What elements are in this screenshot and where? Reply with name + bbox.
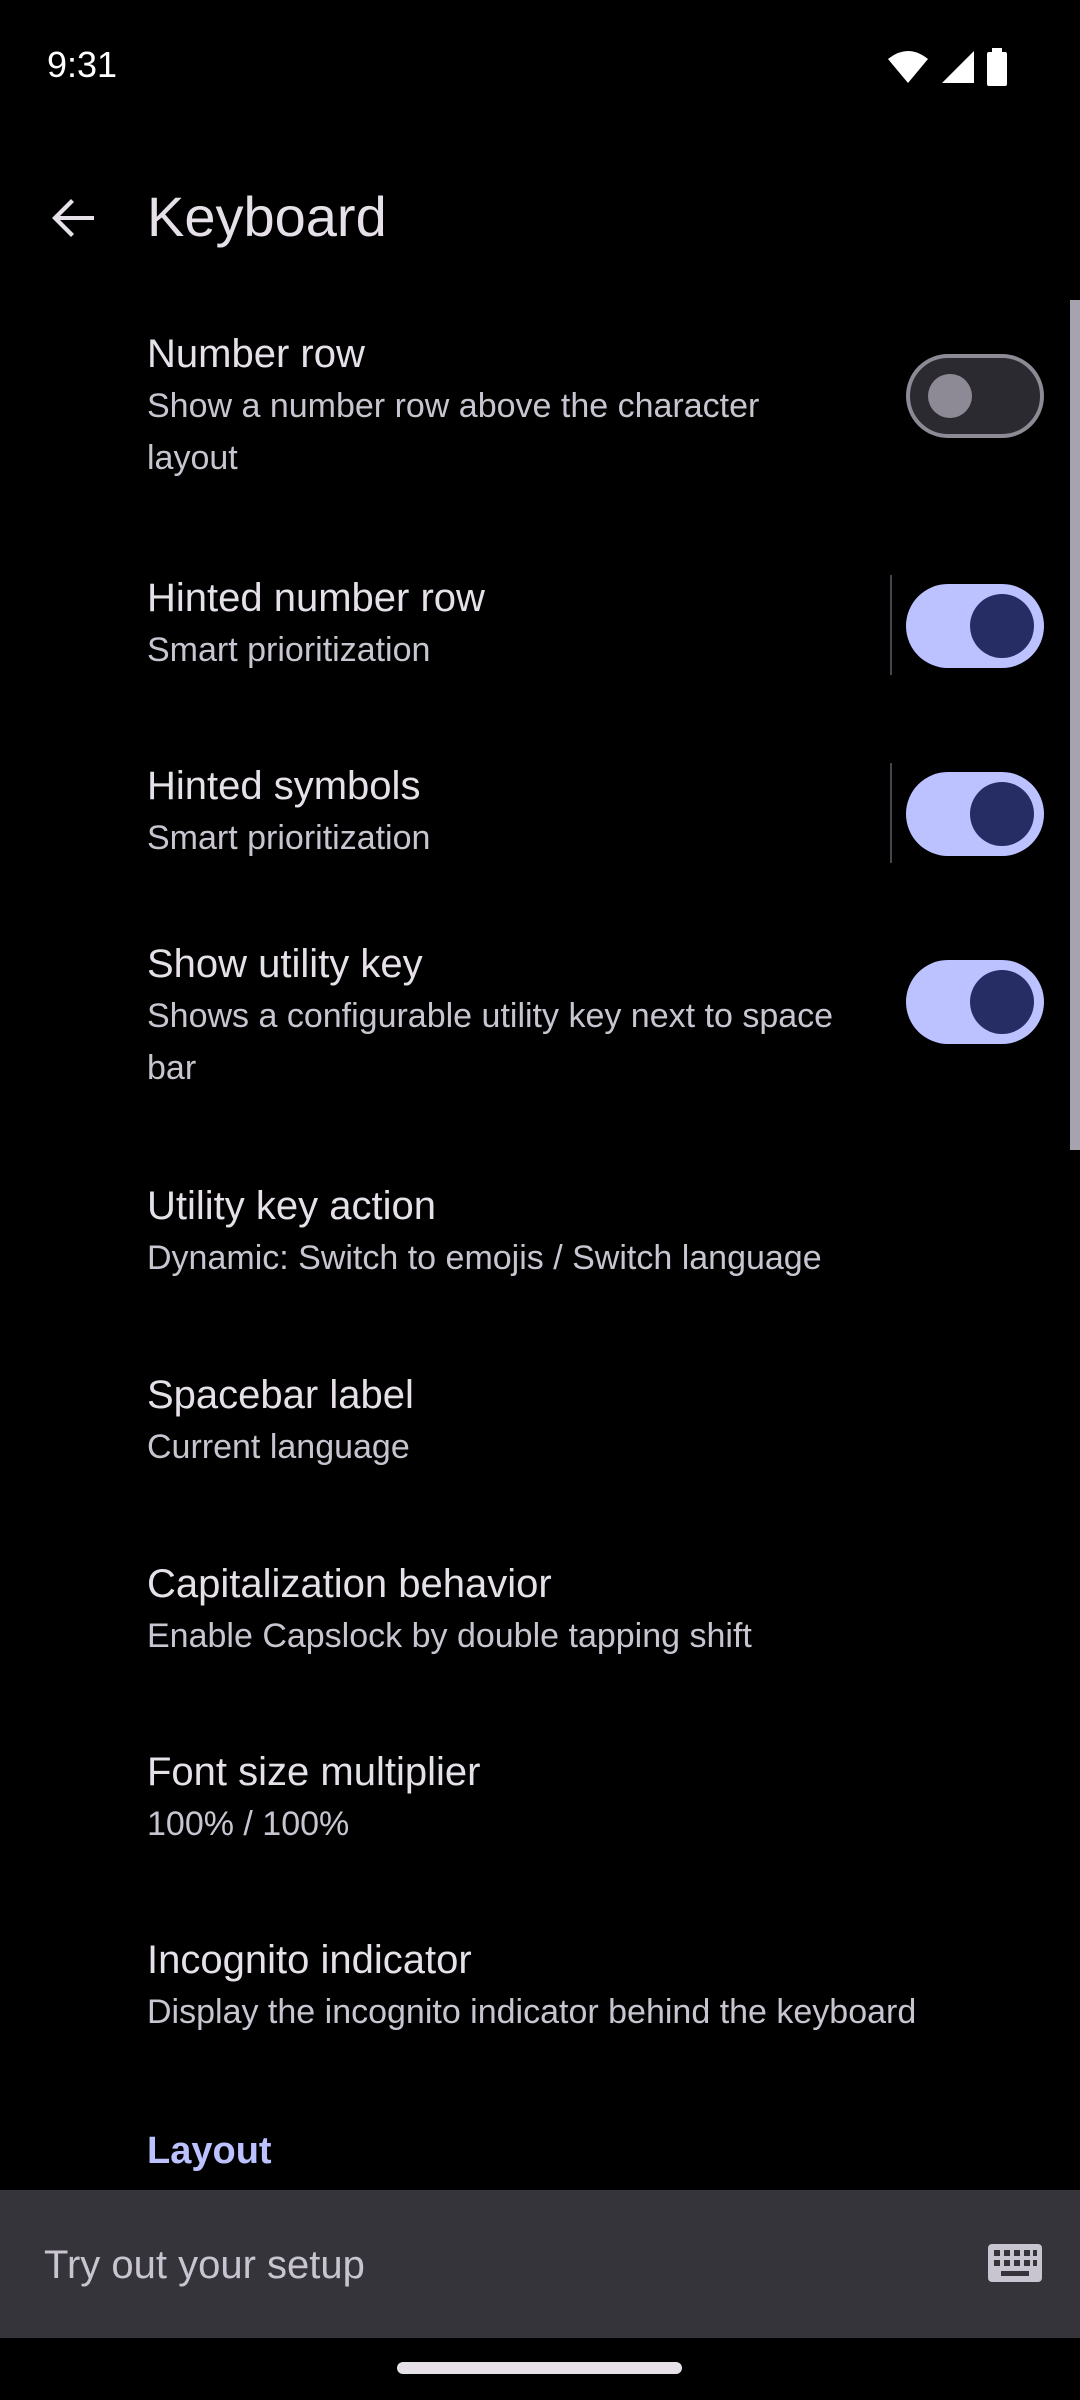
switch-thumb: [970, 594, 1034, 658]
pref-summary: Smart prioritization: [147, 631, 431, 669]
back-button[interactable]: [34, 180, 114, 260]
pref-summary: Shows a configurable utility key next to…: [147, 997, 834, 1087]
status-icons: [886, 48, 1008, 91]
pref-summary: Display the incognito indicator behind t…: [147, 1993, 917, 2031]
pref-summary: Smart prioritization: [147, 819, 431, 857]
switch-thumb: [928, 374, 972, 418]
pref-summary: Dynamic: Switch to emojis / Switch langu…: [147, 1239, 822, 1277]
keyboard-icon[interactable]: [986, 2236, 1044, 2290]
try-out-bar: [0, 2190, 1080, 2340]
section-header-layout: Layout: [147, 2130, 272, 2172]
pref-capitalization-behavior[interactable]: Capitalization behavior Enable Capslock …: [0, 1560, 1080, 1730]
pref-incognito-indicator[interactable]: Incognito indicator Display the incognit…: [0, 1938, 1080, 2110]
pref-title: Spacebar label: [147, 1373, 414, 1417]
pref-summary: Show a number row above the character la…: [147, 387, 760, 477]
pref-title: Hinted number row: [147, 576, 485, 620]
status-time: 9:31: [47, 44, 118, 85]
pref-title: Show utility key: [147, 942, 423, 986]
pref-summary: 100% / 100%: [147, 1805, 350, 1843]
pref-utility-key-action[interactable]: Utility key action Dynamic: Switch to em…: [0, 1180, 1080, 1350]
pref-title: Hinted symbols: [147, 764, 421, 808]
pref-title: Utility key action: [147, 1184, 436, 1228]
status-bar: 9:31: [0, 0, 1080, 132]
pref-number-row[interactable]: Number row Show a number row above the c…: [0, 300, 1080, 530]
hinted-symbols-switch[interactable]: [906, 772, 1044, 856]
hinted-number-row-switch[interactable]: [906, 584, 1044, 668]
signal-icon: [940, 49, 976, 90]
arrow-back-icon: [50, 194, 98, 247]
pref-hinted-symbols[interactable]: Hinted symbols Smart prioritization: [0, 740, 1080, 910]
app-bar: Keyboard: [0, 150, 1080, 282]
pref-title: Capitalization behavior: [147, 1562, 552, 1606]
pref-summary: Current language: [147, 1428, 410, 1466]
show-utility-key-switch[interactable]: [906, 960, 1044, 1044]
switch-divider: [890, 575, 892, 675]
page-title: Keyboard: [147, 185, 387, 248]
pref-title: Number row: [147, 332, 365, 376]
pref-title: Font size multiplier: [147, 1750, 481, 1794]
gesture-nav-handle[interactable]: [397, 2362, 682, 2374]
pref-hinted-number-row[interactable]: Hinted number row Smart prioritization: [0, 550, 1080, 720]
switch-thumb: [970, 970, 1034, 1034]
pref-spacebar-label[interactable]: Spacebar label Current language: [0, 1370, 1080, 1540]
pref-summary: Enable Capslock by double tapping shift: [147, 1617, 752, 1655]
number-row-switch[interactable]: [906, 354, 1044, 438]
pref-show-utility-key[interactable]: Show utility key Shows a configurable ut…: [0, 930, 1080, 1160]
try-out-input[interactable]: [42, 2190, 946, 2340]
switch-divider: [890, 763, 892, 863]
pref-title: Incognito indicator: [147, 1938, 472, 1982]
pref-font-size-multiplier[interactable]: Font size multiplier 100% / 100%: [0, 1750, 1080, 1920]
switch-thumb: [970, 782, 1034, 846]
battery-icon: [986, 48, 1008, 91]
wifi-icon: [886, 49, 930, 90]
